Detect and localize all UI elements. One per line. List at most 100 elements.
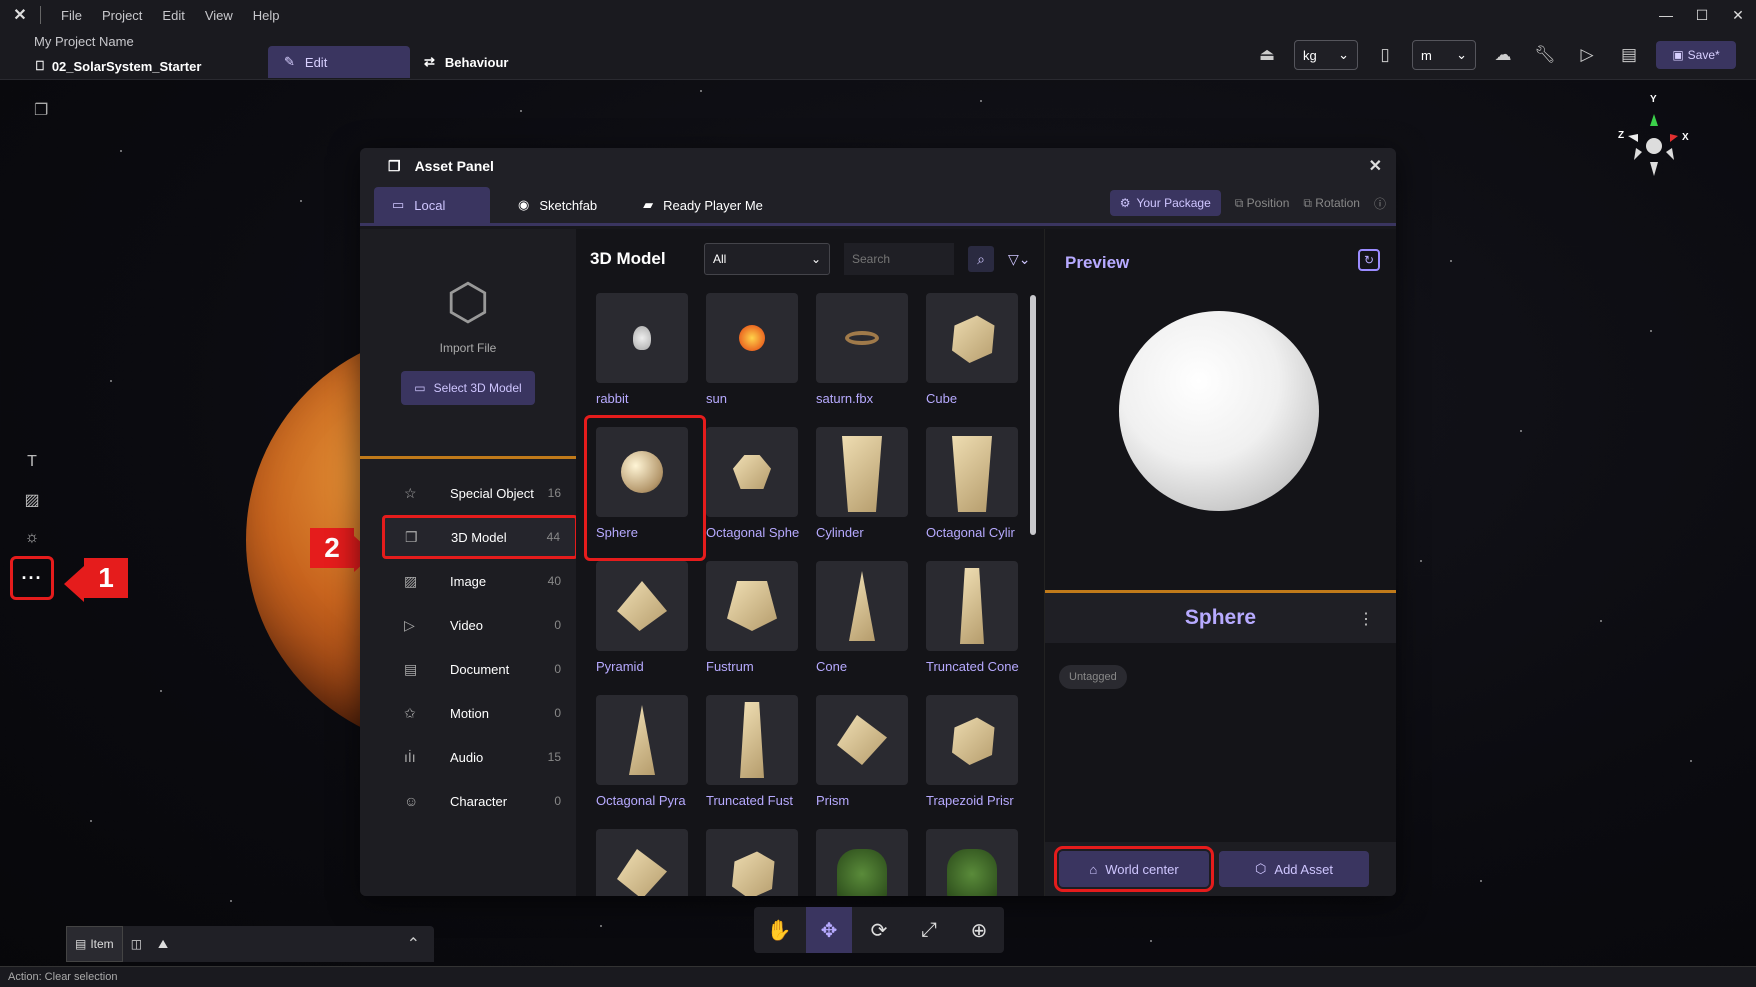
world-center-button[interactable]: ⌂ World center — [1054, 846, 1214, 892]
transform-toolbar: ✋ ✥ ⟳ ⤢ ⊕ — [754, 907, 1004, 953]
asset-panel-header: ❒ Asset Panel ✕ — [360, 148, 1396, 184]
image-tool-icon[interactable]: ▨ — [18, 486, 46, 514]
wrench-icon[interactable]: 🔧︎ — [1530, 40, 1560, 70]
text-tool-icon[interactable]: T — [18, 448, 46, 476]
menu-view[interactable]: View — [205, 8, 233, 23]
sketchfab-icon: ◉ — [518, 197, 530, 212]
more-options-button[interactable]: ··· — [10, 556, 54, 600]
tab-edit[interactable]: ✎ Edit — [268, 46, 410, 78]
mass-unit-select[interactable]: kg ⌄ — [1294, 40, 1358, 70]
menu-project[interactable]: Project — [102, 8, 142, 23]
close-icon[interactable]: ✕ — [1369, 156, 1382, 176]
model-tile-sphere[interactable]: Sphere — [584, 415, 706, 561]
filter-funnel-icon[interactable]: ▽⌄ — [1008, 251, 1031, 268]
chevron-down-icon: ⌄ — [1338, 47, 1349, 62]
tab-local[interactable]: ▭ Local — [374, 187, 490, 223]
maximize-icon[interactable]: ☐ — [1684, 0, 1720, 30]
menu-separator — [40, 6, 41, 24]
model-thumbnail — [816, 695, 908, 785]
model-tile-rabbit[interactable]: rabbit — [596, 293, 688, 406]
move-icon[interactable]: ✥ — [806, 907, 852, 953]
pivot-icon[interactable]: ⊕ — [956, 907, 1002, 953]
category-motion[interactable]: ✩ Motion 0 — [360, 691, 576, 735]
model-tile[interactable] — [706, 829, 798, 896]
category-3d-model[interactable]: ❒ 3D Model 44 — [382, 515, 578, 559]
model-tile-trapezoid-prism[interactable]: Trapezoid Prisr — [926, 695, 1018, 808]
model-tile-prism[interactable]: Prism — [816, 695, 908, 808]
model-label: Sphere — [596, 525, 638, 540]
menu-help[interactable]: Help — [253, 8, 280, 23]
dock-tab-item[interactable]: ▤ Item — [66, 926, 123, 962]
model-tile-truncated-cone[interactable]: Truncated Cone — [926, 561, 1019, 674]
your-package-button[interactable]: ⚙ Your Package — [1109, 190, 1221, 216]
dock-tab-media[interactable]: ◫ — [123, 926, 150, 962]
minimize-icon[interactable]: — — [1648, 0, 1684, 30]
model-tile-cone[interactable]: Cone — [816, 561, 908, 674]
tab-ready-player-me[interactable]: ▰ Ready Player Me — [625, 187, 781, 223]
model-label: Trapezoid Prisr — [926, 793, 1014, 808]
tag-badge[interactable]: Untagged — [1059, 665, 1127, 689]
tab-sketchfab[interactable]: ◉ Sketchfab — [500, 187, 615, 223]
model-tile-octagonal-cylinder[interactable]: Octagonal Cylir — [926, 427, 1018, 540]
kebab-menu-icon[interactable]: ⋮ — [1358, 609, 1374, 629]
category-image[interactable]: ▨ Image 40 — [360, 559, 576, 603]
model-label: Cone — [816, 659, 848, 674]
save-button[interactable]: ▣ Save* — [1656, 41, 1736, 69]
light-tool-icon[interactable]: ☼ — [18, 524, 46, 552]
add-asset-label: Add Asset — [1274, 861, 1333, 877]
model-tile[interactable] — [596, 829, 688, 896]
category-special-object[interactable]: ☆ Special Object 16 — [360, 471, 576, 515]
menu-edit[interactable]: Edit — [162, 8, 184, 23]
refresh-icon[interactable]: ↻ — [1358, 249, 1380, 271]
select-3d-model-button[interactable]: ▭ Select 3D Model — [401, 371, 535, 405]
cloud-icon[interactable]: ☁ — [1488, 40, 1518, 70]
publish-icon[interactable]: ▤ — [1614, 40, 1644, 70]
cube-outline-icon: ❒ — [388, 157, 401, 174]
rotation-toggle[interactable]: ⧉ Rotation — [1303, 196, 1360, 211]
model-tile-cube[interactable]: Cube — [926, 293, 1018, 406]
model-tile-octagonal-pyramid[interactable]: Octagonal Pyra — [596, 695, 688, 808]
layers-icon[interactable]: ❐ — [34, 100, 56, 122]
model-tile[interactable] — [816, 829, 908, 896]
position-toggle[interactable]: ⧉ Position — [1235, 196, 1290, 211]
preview-title: Preview — [1065, 253, 1130, 272]
rotate-icon[interactable]: ⟳ — [856, 907, 902, 953]
media-icon: ◫ — [130, 937, 143, 951]
model-tile-saturn[interactable]: saturn.fbx — [816, 293, 908, 406]
add-asset-button[interactable]: ⬡ Add Asset — [1219, 851, 1369, 887]
category-audio[interactable]: ıİı Audio 15 — [360, 735, 576, 779]
audio-wave-icon: ıİı — [404, 749, 416, 765]
hand-icon[interactable]: ✋ — [756, 907, 802, 953]
model-tile-pyramid[interactable]: Pyramid — [596, 561, 688, 674]
model-tile-truncated-fustrum[interactable]: Truncated Fust — [706, 695, 798, 808]
model-thumbnail — [816, 293, 908, 383]
tab-sketchfab-label: Sketchfab — [539, 197, 598, 213]
length-unit-select[interactable]: m ⌄ — [1412, 40, 1476, 70]
model-tile-cylinder[interactable]: Cylinder — [816, 427, 908, 540]
menu-file[interactable]: File — [61, 8, 82, 23]
rotation-label: Rotation — [1315, 195, 1360, 210]
dock-tab-environment[interactable]: ⛰ — [150, 926, 176, 962]
model-label: Octagonal Cylir — [926, 525, 1015, 540]
search-icon[interactable]: ⌕ — [968, 246, 994, 272]
axis-gizmo[interactable]: Y Z X — [1618, 94, 1690, 176]
model-tile-sun[interactable]: sun — [706, 293, 798, 406]
tab-behaviour[interactable]: ⇄ Behaviour — [424, 46, 508, 78]
preview-model[interactable] — [1119, 311, 1319, 511]
chevron-up-icon[interactable]: ⌃ — [407, 934, 420, 954]
category-label: Image — [450, 573, 487, 589]
scale-icon[interactable]: ⤢ — [906, 907, 952, 953]
category-character[interactable]: ☺ Character 0 — [360, 779, 576, 823]
close-window-icon[interactable]: ✕ — [1720, 0, 1756, 30]
category-video[interactable]: ▷ Video 0 — [360, 603, 576, 647]
model-tile[interactable] — [926, 829, 1018, 896]
search-input[interactable] — [844, 243, 954, 275]
model-tile-fustrum[interactable]: Fustrum — [706, 561, 798, 674]
scene-name[interactable]: ⎕ 02_SolarSystem_Starter — [36, 58, 201, 74]
info-icon[interactable]: ⓘ — [1374, 195, 1386, 212]
play-icon[interactable]: ▷ — [1572, 40, 1602, 70]
category-filter-dropdown[interactable]: All ⌄ — [704, 243, 830, 275]
grid-scrollbar[interactable] — [1030, 295, 1036, 535]
model-tile-octagonal-sphere[interactable]: Octagonal Sphe — [706, 427, 799, 540]
category-document[interactable]: ▤ Document 0 — [360, 647, 576, 691]
